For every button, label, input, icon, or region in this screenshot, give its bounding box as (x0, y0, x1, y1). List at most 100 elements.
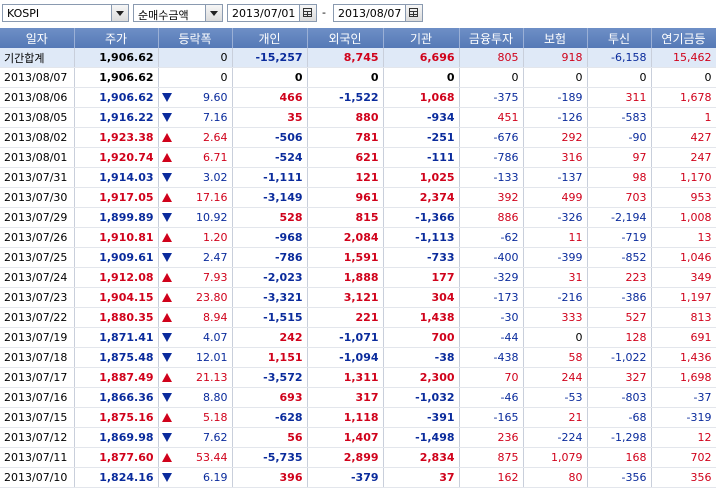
cell-for: 3,121 (307, 287, 384, 308)
cell-change: 9.60 (158, 87, 233, 108)
table-row[interactable]: 2013/07/17 1,887.49 21.13 -3,572 1,311 2,300 7… (0, 367, 716, 388)
table-row[interactable]: 2013/07/12 1,869.98 7.62 56 1,407 -1,498 236 -2… (0, 427, 716, 448)
cell-fin: 886 (459, 207, 524, 228)
triangle-down-icon (161, 173, 172, 182)
table-row[interactable]: 2013/07/31 1,914.03 3.02 -1,111 121 1,025 -133… (0, 167, 716, 188)
col-header-financial-investment[interactable]: 금융투자 (459, 28, 524, 48)
cell-ins: 31 (523, 267, 588, 288)
col-header-price[interactable]: 주가 (74, 28, 159, 48)
cell-inst: 700 (383, 327, 460, 348)
index-select[interactable]: KOSPI (2, 4, 129, 22)
cell-ins: -224 (523, 427, 588, 448)
cell-inst: 2,834 (383, 447, 460, 468)
cell-ind: -2,023 (232, 267, 308, 288)
change-value: 23.80 (196, 291, 228, 304)
cell-ins: 58 (523, 347, 588, 368)
cell-fin: -62 (459, 227, 524, 248)
table-row[interactable]: 2013/07/25 1,909.61 2.47 -786 1,591 -733 -400-… (0, 247, 716, 268)
cell-for: 2,899 (307, 447, 384, 468)
cell-change: 17.16 (158, 187, 233, 208)
chevron-down-icon[interactable] (111, 5, 128, 21)
cell-ins: 21 (523, 407, 588, 428)
cell-change: 21.13 (158, 367, 233, 388)
cell-fin: -676 (459, 127, 524, 148)
col-header-pension[interactable]: 연기금등 (651, 28, 716, 48)
change-value: 7.93 (203, 271, 228, 284)
type-select[interactable]: 순매수금액 (133, 4, 223, 22)
start-date-field[interactable]: 2013/07/01 (227, 4, 317, 22)
change-value: 2.47 (203, 251, 228, 264)
cell-ins: 316 (523, 147, 588, 168)
cell-ind: -3,572 (232, 367, 308, 388)
cell-fin: 0 (459, 67, 524, 88)
col-header-investment-trust[interactable]: 투신 (587, 28, 652, 48)
table-row[interactable]: 2013/08/01 1,920.74 6.71 -524 621 -111 -786 316… (0, 147, 716, 168)
triangle-up-icon (161, 413, 172, 422)
table-row[interactable]: 2013/07/23 1,904.15 23.80 -3,321 3,121 304 -17… (0, 287, 716, 308)
cell-fin: -133 (459, 167, 524, 188)
cell-trust: -803 (587, 387, 652, 408)
cell-ind: -786 (232, 247, 308, 268)
cell-pen: 1,436 (651, 347, 716, 368)
cell-ins: 244 (523, 367, 588, 388)
cell-pen: 0 (651, 67, 716, 88)
cell-change: 4.07 (158, 327, 233, 348)
table-row[interactable]: 2013/08/06 1,906.62 9.60 466 -1,522 1,068 -375… (0, 87, 716, 108)
col-header-insurance[interactable]: 보험 (523, 28, 588, 48)
cell-price: 1,871.41 (74, 327, 159, 348)
end-date-field[interactable]: 2013/08/07 (333, 4, 423, 22)
triangle-up-icon (161, 153, 172, 162)
cell-price: 1,904.15 (74, 287, 159, 308)
change-value: 8.80 (203, 391, 228, 404)
table-row[interactable]: 2013/07/15 1,875.16 5.18 -628 1,118 -391 -165 2… (0, 407, 716, 428)
cell-for: 1,407 (307, 427, 384, 448)
cell-price: 1,917.05 (74, 187, 159, 208)
cell-trust: 527 (587, 307, 652, 328)
cell-date: 2013/07/17 (0, 367, 75, 388)
col-header-individual[interactable]: 개인 (232, 28, 308, 48)
cell-price: 1,875.48 (74, 347, 159, 368)
cell-price: 1,909.61 (74, 247, 159, 268)
cell-date: 2013/07/16 (0, 387, 75, 408)
cell-inst: 2,300 (383, 367, 460, 388)
cell-date: 2013/08/07 (0, 67, 75, 88)
cell-inst: -1,366 (383, 207, 460, 228)
cell-change: 2.64 (158, 127, 233, 148)
calendar-icon[interactable] (405, 5, 422, 21)
col-header-date[interactable]: 일자 (0, 28, 75, 48)
col-header-institution[interactable]: 기관 (383, 28, 460, 48)
table-row[interactable]: 2013/07/18 1,875.48 12.01 1,151 -1,094 -38 -43… (0, 347, 716, 368)
table-row[interactable]: 2013/07/16 1,866.36 8.80 693 317 -1,032 -46 -53… (0, 387, 716, 408)
cell-price: 1,887.49 (74, 367, 159, 388)
table-row[interactable]: 2013/08/07 1,906.62 0 0 0 0 0 0 0 0 (0, 67, 716, 88)
table-row[interactable]: 2013/08/02 1,923.38 2.64 -506 781 -251 -676 292… (0, 127, 716, 148)
cell-date: 2013/07/18 (0, 347, 75, 368)
table-row[interactable]: 2013/07/24 1,912.08 7.93 -2,023 1,888 177 -329… (0, 267, 716, 288)
cell-trust: -90 (587, 127, 652, 148)
cell-ind: 693 (232, 387, 308, 408)
col-header-foreign[interactable]: 외국인 (307, 28, 384, 48)
chevron-down-icon[interactable] (205, 5, 222, 21)
table-row[interactable]: 2013/08/05 1,916.22 7.16 35 880 -934 451 -126 -5… (0, 107, 716, 128)
table-row[interactable]: 2013/07/29 1,899.89 10.92 528 815 -1,366 886 -3… (0, 207, 716, 228)
cell-date: 2013/07/11 (0, 447, 75, 468)
change-value: 4.07 (203, 331, 228, 344)
cell-price: 1,824.16 (74, 467, 159, 488)
start-date-value: 2013/07/01 (232, 7, 296, 20)
col-header-change[interactable]: 등락폭 (158, 28, 233, 48)
calendar-icon[interactable] (299, 5, 316, 21)
total-row[interactable]: 기간합계 1,906.62 0 -15,257 8,745 6,696 805 918 -6,1… (0, 48, 716, 68)
cell-ind: -506 (232, 127, 308, 148)
table-row[interactable]: 2013/07/19 1,871.41 4.07 242 -1,071 700 -44 0 12… (0, 327, 716, 348)
table-row[interactable]: 2013/07/30 1,917.05 17.16 -3,149 961 2,374 392… (0, 187, 716, 208)
cell-date: 2013/08/02 (0, 127, 75, 148)
cell-ind: -15,257 (232, 48, 308, 68)
cell-for: 1,311 (307, 367, 384, 388)
table-row[interactable]: 2013/07/10 1,824.16 6.19 396 -379 37 162 80 -356… (0, 467, 716, 488)
table-row[interactable]: 2013/07/11 1,877.60 53.44 -5,735 2,899 2,834 8… (0, 447, 716, 468)
cell-fin: 451 (459, 107, 524, 128)
table-row[interactable]: 2013/07/26 1,910.81 1.20 -968 2,084 -1,113 -62… (0, 227, 716, 248)
cell-change: 2.47 (158, 247, 233, 268)
table-row[interactable]: 2013/07/22 1,880.35 8.94 -1,515 221 1,438 -30 3… (0, 307, 716, 328)
triangle-down-icon (161, 433, 172, 442)
